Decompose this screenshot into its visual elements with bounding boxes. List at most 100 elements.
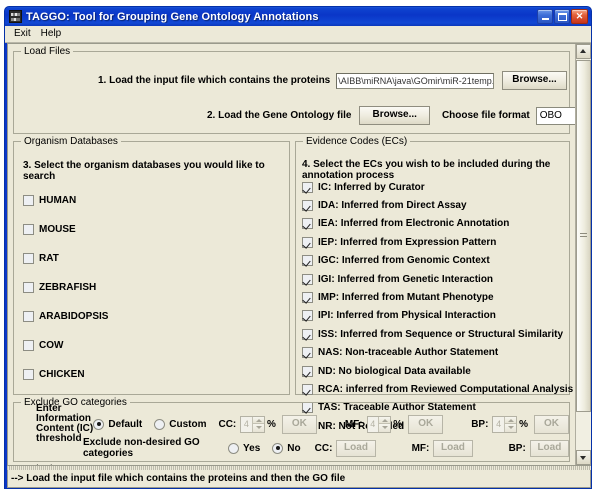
input-file-field[interactable]: \AIBB\miRNA\java\GOmir\miR-21temp.txt [336, 72, 495, 89]
window-controls: ✕ [537, 9, 589, 24]
mf-label: MF: [344, 418, 363, 430]
organism-label: ARABIDOPSIS [39, 311, 109, 322]
organism-checkbox-arabidopsis[interactable]: ARABIDOPSIS [23, 302, 108, 331]
organism-checkbox-cow[interactable]: COW [23, 331, 108, 360]
checkbox-checked-icon[interactable] [302, 218, 313, 230]
checkbox-checked-icon[interactable] [302, 347, 313, 359]
organism-checkbox-zebrafish[interactable]: ZEBRAFISH [23, 273, 108, 302]
evidence-checkbox-igi[interactable]: IGI: Inferred from Genetic Interaction [302, 270, 565, 288]
evidence-checkbox-iep[interactable]: IEP: Inferred from Expression Pattern [302, 233, 565, 251]
evidence-checkbox-ic[interactable]: IC: Inferred by Curator [302, 178, 565, 196]
radio-exclude-no-label: No [287, 442, 301, 454]
evidence-checkbox-imp[interactable]: IMP: Inferred from Mutant Phenotype [302, 288, 565, 306]
checkbox-checked-icon[interactable] [302, 383, 313, 395]
bp-threshold-spinner[interactable]: 4 [492, 415, 518, 433]
main-scroll-pane: Load Files 1. Load the input file which … [7, 43, 591, 466]
evidence-label: IMP: Inferred from Mutant Phenotype [318, 292, 494, 304]
spinner-down-icon[interactable] [251, 424, 264, 432]
browse-go-file-button[interactable]: Browse... [359, 106, 430, 125]
mf-threshold-spinner[interactable]: 4 [366, 415, 392, 433]
client-area: Load Files 1. Load the input file which … [7, 43, 591, 488]
evidence-label: IPI: Inferred from Physical Interaction [318, 310, 496, 322]
evidence-checkbox-iss[interactable]: ISS: Inferred from Sequence or Structura… [302, 325, 565, 343]
bp-label: BP: [471, 418, 489, 430]
scroll-down-button[interactable] [576, 450, 591, 465]
cc-load-label: CC: [314, 442, 333, 454]
mf-percent-sign: % [393, 418, 403, 430]
organism-label: ZEBRAFISH [39, 282, 97, 293]
organism-checkbox-mouse[interactable]: MOUSE [23, 215, 108, 244]
close-button[interactable]: ✕ [571, 9, 588, 24]
evidence-checkbox-nas[interactable]: NAS: Non-traceable Author Statement [302, 344, 565, 362]
maximize-button[interactable] [554, 9, 570, 24]
browse-input-file-button[interactable]: Browse... [502, 71, 567, 90]
checkbox-checked-icon[interactable] [302, 273, 313, 285]
organism-instruction: 3. Select the organism databases you wou… [23, 160, 265, 182]
status-bar: --> Load the input file which contains t… [7, 470, 591, 488]
checkbox-checked-icon[interactable] [302, 255, 313, 267]
evidence-label: IC: Inferred by Curator [318, 181, 425, 193]
evidence-checkbox-ipi[interactable]: IPI: Inferred from Physical Interaction [302, 307, 565, 325]
evidence-checkbox-igc[interactable]: IGC: Inferred from Genomic Context [302, 252, 565, 270]
chevron-down-icon [580, 456, 586, 460]
status-message: --> Load the input file which contains t… [11, 473, 346, 484]
spinner-down-icon[interactable] [504, 424, 517, 432]
menu-item-help[interactable]: Help [37, 27, 68, 41]
mf-ok-button[interactable]: OK [408, 414, 444, 434]
minimize-button[interactable] [537, 9, 553, 24]
bp-ok-button[interactable]: OK [534, 414, 570, 434]
form-panel: Load Files 1. Load the input file which … [8, 44, 591, 465]
cc-ok-button[interactable]: OK [281, 414, 317, 434]
load-files-group: Load Files 1. Load the input file which … [13, 46, 591, 134]
checkbox-icon[interactable] [23, 253, 34, 264]
checkbox-icon[interactable] [23, 369, 34, 380]
cc-threshold-value: 4 [243, 419, 249, 429]
evidence-label: ISS: Inferred from Sequence or Structura… [318, 328, 564, 340]
spinner-down-icon[interactable] [378, 424, 391, 432]
menu-item-exit[interactable]: Exit [10, 27, 37, 41]
evidence-checkbox-iea[interactable]: IEA: Inferred from Electronic Annotation [302, 215, 565, 233]
bp-load-button[interactable]: Load [529, 439, 569, 457]
radio-exclude-yes[interactable] [228, 442, 240, 454]
checkbox-icon[interactable] [23, 195, 34, 206]
spinner-up-icon[interactable] [378, 416, 391, 424]
mf-load-button[interactable]: Load [433, 439, 473, 457]
checkbox-icon[interactable] [23, 282, 34, 293]
cc-threshold-spinner[interactable]: 4 [240, 415, 265, 433]
spinner-up-icon[interactable] [504, 416, 517, 424]
radio-exclude-no[interactable] [272, 442, 284, 454]
organism-label: HUMAN [39, 195, 77, 206]
checkbox-checked-icon[interactable] [302, 310, 313, 322]
checkbox-icon[interactable] [23, 224, 34, 235]
spinner-up-icon[interactable] [251, 416, 264, 424]
input-file-label: 1. Load the input file which contains th… [98, 75, 331, 86]
checkbox-icon[interactable] [23, 340, 34, 351]
evidence-checkbox-nd[interactable]: ND: No biological Data available [302, 362, 565, 380]
cc-percent-sign: % [266, 418, 276, 430]
cc-load-button[interactable]: Load [336, 439, 376, 457]
scrollbar-thumb[interactable] [576, 60, 591, 412]
menu-bar: Exit Help [5, 26, 591, 43]
organism-checkbox-chicken[interactable]: CHICKEN [23, 360, 108, 389]
organism-checkbox-human[interactable]: HUMAN [23, 186, 108, 215]
checkbox-checked-icon[interactable] [302, 200, 313, 212]
checkbox-checked-icon[interactable] [302, 328, 313, 340]
checkbox-icon[interactable] [23, 311, 34, 322]
checkbox-checked-icon[interactable] [302, 292, 313, 304]
radio-default[interactable] [93, 418, 105, 430]
organism-checkbox-rat[interactable]: RAT [23, 244, 108, 273]
radio-custom[interactable] [154, 418, 166, 430]
checkbox-checked-icon[interactable] [302, 236, 313, 248]
middle-columns: Organism Databases 3. Select the organis… [13, 136, 573, 432]
evidence-label: IGC: Inferred from Genomic Context [318, 255, 490, 267]
checkbox-checked-icon[interactable] [302, 365, 313, 377]
evidence-checkbox-list: IC: Inferred by Curator IDA: Inferred fr… [302, 178, 573, 435]
evidence-label: NAS: Non-traceable Author Statement [318, 347, 499, 359]
evidence-checkbox-ida[interactable]: IDA: Inferred from Direct Assay [302, 196, 565, 214]
evidence-checkbox-rca[interactable]: RCA: inferred from Reviewed Computationa… [302, 380, 573, 398]
vertical-scrollbar[interactable] [575, 44, 591, 465]
gene-ontology-file-row: 2. Load the Gene Ontology file Browse...… [207, 106, 591, 125]
bp-percent-sign: % [519, 418, 529, 430]
checkbox-checked-icon[interactable] [302, 181, 313, 193]
scroll-up-button[interactable] [576, 44, 591, 59]
